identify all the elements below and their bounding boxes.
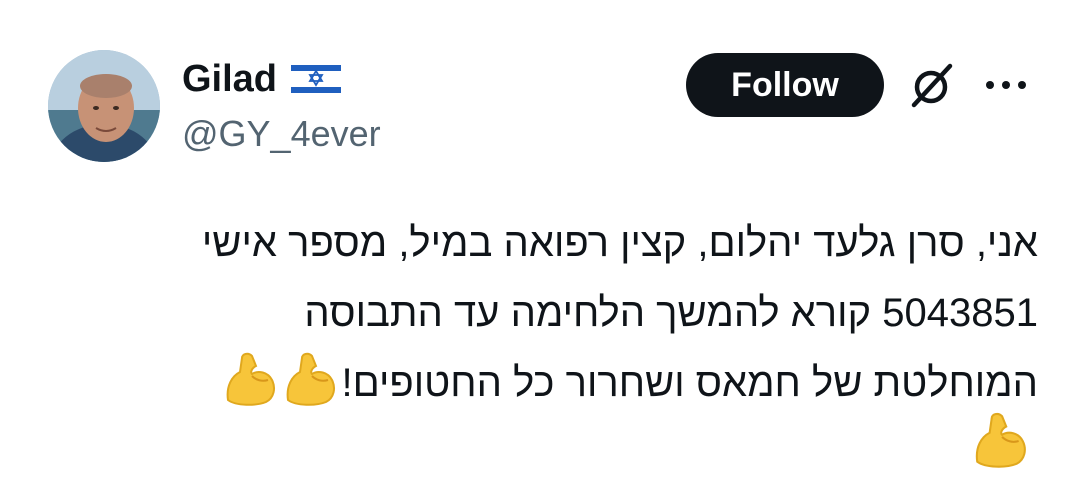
more-dots-icon[interactable] — [982, 72, 1030, 98]
flexed-biceps-emoji-icon — [970, 410, 1030, 470]
tweet-line: 5043851 קורא להמשך הלחימה עד התבוסה — [304, 291, 1038, 335]
tweet-line-with-emoji: המוחלטת של חמאס ושחרור כל החטופים! — [40, 348, 1038, 418]
israel-flag-icon — [291, 62, 342, 96]
grok-icon[interactable] — [906, 60, 956, 110]
tweet-line: אני, סרן גלעד יהלום, קצין רפואה במיל, מס… — [201, 221, 1038, 265]
avatar[interactable] — [48, 50, 160, 162]
flexed-biceps-emoji-icon — [222, 350, 278, 408]
tweet-text: אני, סרן גלעד יהלום, קצין רפואה במיל, מס… — [40, 208, 1038, 418]
flexed-biceps-emoji-icon — [282, 350, 338, 408]
follow-button[interactable]: Follow — [686, 53, 884, 117]
author-display-name[interactable]: Gilad — [182, 56, 277, 102]
author-handle[interactable]: @GY_4ever — [182, 112, 381, 156]
avatar-photo — [48, 50, 160, 162]
author-name-row: Gilad — [182, 56, 342, 102]
tweet-line-text: המוחלטת של חמאס ושחרור כל החטופים! — [341, 361, 1038, 405]
